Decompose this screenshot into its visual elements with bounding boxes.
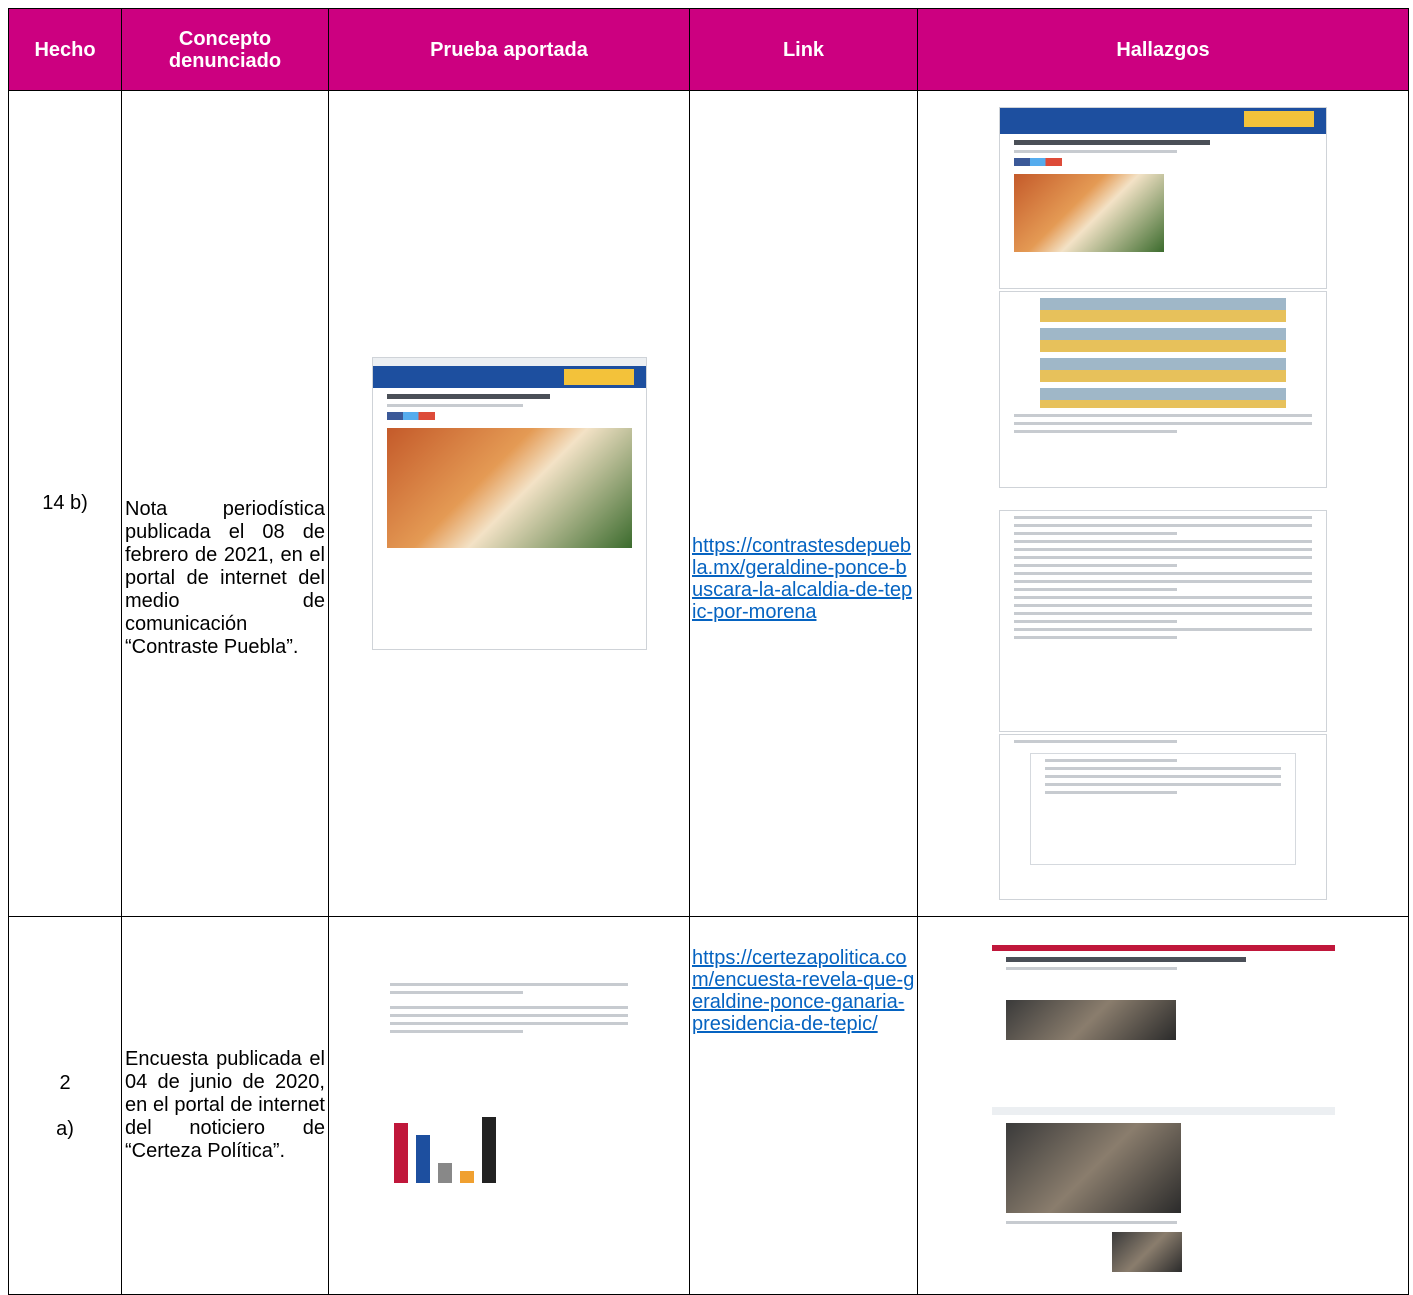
evidence-link[interactable]: https://contrastesdepuebla.mx/geraldine-… — [692, 535, 912, 623]
cell-hallazgos — [917, 90, 1409, 917]
findings-screenshots — [991, 917, 1335, 1292]
table-row: 14 b) Nota periodística publicada el 08 … — [8, 90, 1409, 917]
cell-prueba — [328, 90, 690, 917]
header-prueba: Prueba aportada — [328, 8, 690, 91]
header-hallazgos: Hallazgos — [917, 8, 1409, 91]
header-row: Hecho Concepto denunciado Prueba aportad… — [8, 8, 1409, 91]
evidence-screenshot — [376, 978, 642, 1233]
findings-screenshot-2 — [999, 291, 1327, 488]
table-row: 2 a) Encuesta publicada el 04 de junio d… — [8, 916, 1409, 1295]
evidence-screenshot — [371, 357, 647, 650]
cell-hecho: 2 a) — [8, 916, 122, 1295]
findings-screenshot-3 — [999, 510, 1327, 732]
hecho-number: 2 — [59, 1071, 71, 1094]
findings-screenshot-1 — [999, 107, 1327, 289]
findings-screenshot-4 — [999, 734, 1327, 900]
header-link: Link — [689, 8, 918, 91]
cell-prueba — [328, 916, 690, 1295]
findings-screenshots — [999, 107, 1327, 900]
findings-screenshot-2 — [991, 1107, 1335, 1292]
cell-link: https://contrastesdepuebla.mx/geraldine-… — [689, 90, 918, 917]
cell-concepto: Nota periodística publicada el 08 de feb… — [121, 90, 329, 917]
header-concepto: Concepto denunciado — [121, 8, 329, 91]
evidence-link[interactable]: https://certezapolitica.com/encuesta-rev… — [692, 947, 914, 1035]
cell-concepto: Encuesta publicada el 04 de junio de 202… — [121, 916, 329, 1295]
cell-hecho: 14 b) — [8, 90, 122, 917]
header-hecho: Hecho — [8, 8, 122, 91]
cell-link: https://certezapolitica.com/encuesta-rev… — [689, 916, 918, 1295]
hecho-letter: a) — [56, 1117, 74, 1140]
evidence-table: Hecho Concepto denunciado Prueba aportad… — [8, 8, 1409, 1295]
cell-hallazgos — [917, 916, 1409, 1295]
findings-screenshot-1 — [991, 917, 1335, 1107]
